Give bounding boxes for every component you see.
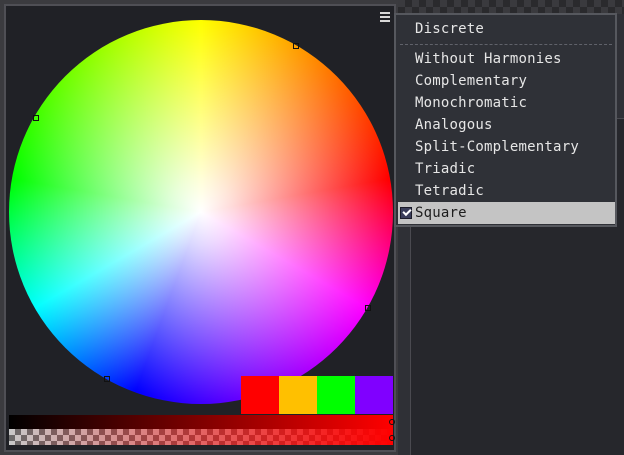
menu-item-monochromatic[interactable]: Monochromatic bbox=[398, 92, 615, 114]
menu-item-analogous[interactable]: Analogous bbox=[398, 114, 615, 136]
menu-item-square-label: Square bbox=[415, 205, 467, 221]
swatch-violet[interactable] bbox=[355, 376, 393, 414]
checkmark-icon bbox=[400, 207, 412, 219]
harmony-handle-purple[interactable] bbox=[104, 376, 110, 382]
menu-item-without-harmonies[interactable]: Without Harmonies bbox=[398, 48, 615, 70]
menu-item-square[interactable]: Square bbox=[398, 202, 615, 224]
harmony-dropdown-menu: Discrete Without Harmonies Complementary… bbox=[394, 13, 617, 227]
harmony-handle-green[interactable] bbox=[33, 115, 39, 121]
harmony-handle-yellow[interactable] bbox=[293, 43, 299, 49]
harmony-swatches bbox=[241, 376, 393, 414]
swatch-red[interactable] bbox=[241, 376, 279, 414]
background-checker bbox=[398, 0, 624, 14]
swatch-amber[interactable] bbox=[279, 376, 317, 414]
swatch-green[interactable] bbox=[317, 376, 355, 414]
color-wheel[interactable] bbox=[9, 20, 393, 404]
menu-item-triadic[interactable]: Triadic bbox=[398, 158, 615, 180]
hamburger-menu-icon[interactable] bbox=[380, 12, 392, 24]
menu-item-complementary[interactable]: Complementary bbox=[398, 70, 615, 92]
menu-separator bbox=[400, 44, 612, 45]
harmony-handle-red[interactable] bbox=[365, 305, 371, 311]
menu-item-discrete[interactable]: Discrete bbox=[398, 18, 615, 40]
color-sliders bbox=[9, 415, 393, 445]
alpha-slider-handle[interactable] bbox=[389, 435, 395, 441]
menu-item-tetradic[interactable]: Tetradic bbox=[398, 180, 615, 202]
alpha-slider[interactable] bbox=[9, 429, 393, 445]
value-slider-handle[interactable] bbox=[389, 419, 395, 425]
app-root: Discrete Without Harmonies Complementary… bbox=[0, 0, 624, 455]
value-slider[interactable] bbox=[9, 415, 393, 429]
menu-item-split-complementary[interactable]: Split-Complementary bbox=[398, 136, 615, 158]
